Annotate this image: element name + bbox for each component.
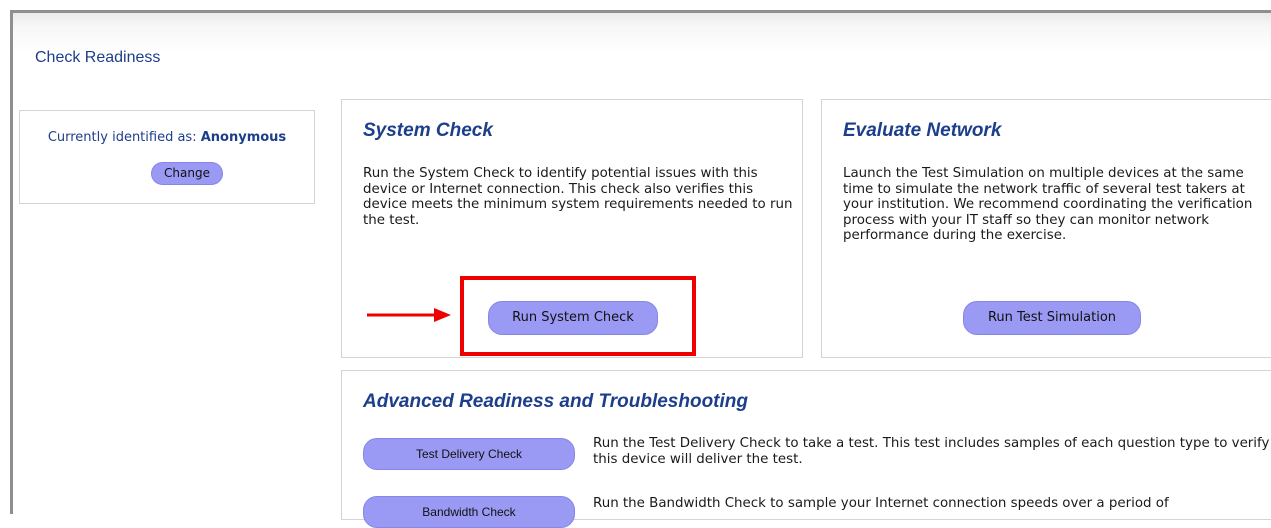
bandwidth-check-description: Run the Bandwidth Check to sample your I… xyxy=(593,496,1169,511)
change-button[interactable]: Change xyxy=(151,162,223,185)
test-delivery-check-button[interactable]: Test Delivery Check xyxy=(363,438,575,470)
identity-panel: Currently identified as: Anonymous Chang… xyxy=(19,110,315,204)
identity-text: Currently identified as: Anonymous xyxy=(20,130,314,145)
identity-label: Currently identified as: xyxy=(47,130,201,145)
evaluate-network-panel: Evaluate Network Launch the Test Simulat… xyxy=(821,99,1271,358)
system-check-title: System Check xyxy=(363,120,493,141)
evaluate-network-title: Evaluate Network xyxy=(843,120,1002,141)
system-check-description: Run the System Check to identify potenti… xyxy=(363,166,793,228)
page-title: Check Readiness xyxy=(35,49,161,66)
advanced-title: Advanced Readiness and Troubleshooting xyxy=(363,391,748,412)
highlight-box xyxy=(460,276,696,356)
bandwidth-check-button[interactable]: Bandwidth Check xyxy=(363,496,575,528)
test-delivery-check-description: Run the Test Delivery Check to take a te… xyxy=(593,436,1270,467)
advanced-panel: Advanced Readiness and Troubleshooting T… xyxy=(341,370,1271,528)
pointer-arrow-icon xyxy=(367,308,451,322)
evaluate-network-description: Launch the Test Simulation on multiple d… xyxy=(843,166,1253,243)
run-test-simulation-button[interactable]: Run Test Simulation xyxy=(963,301,1141,335)
identity-name: Anonymous xyxy=(200,130,287,145)
